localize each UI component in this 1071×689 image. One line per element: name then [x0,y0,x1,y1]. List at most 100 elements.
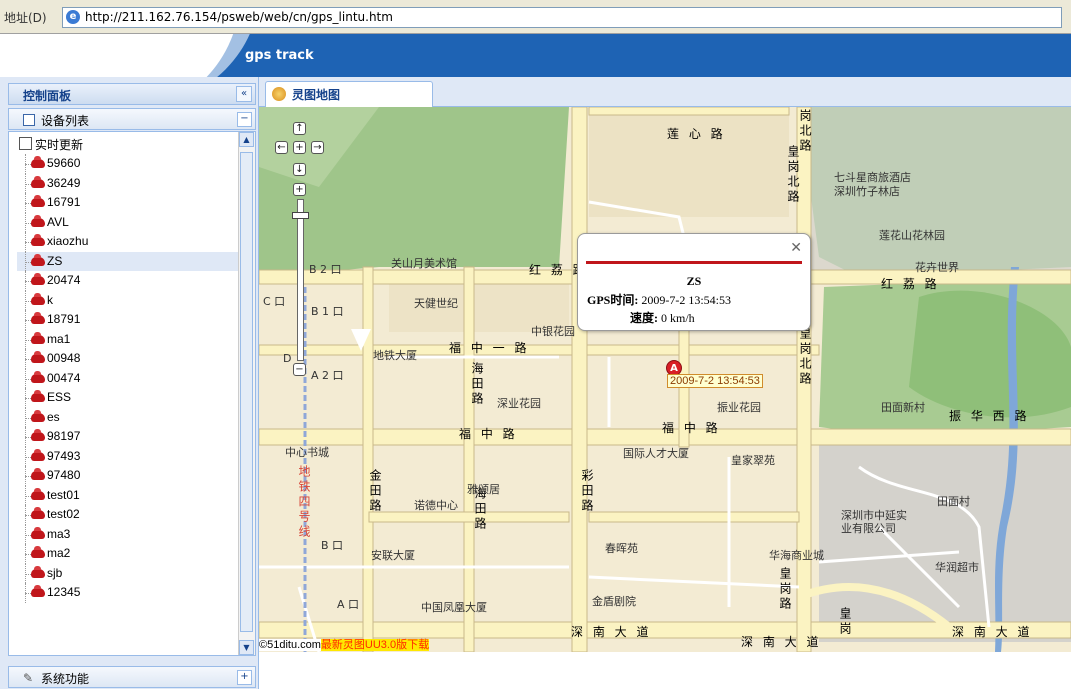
device-tree-item[interactable]: 36249 [17,173,239,193]
place-label: 华海商业城 [769,549,824,562]
place-label: 安联大厦 [371,549,415,562]
device-tree-item[interactable]: ma3 [17,524,239,544]
place-label: 金盾剧院 [592,595,636,608]
zoom-slider-thumb[interactable] [292,212,309,219]
banner-swoosh [0,34,240,77]
car-icon [31,156,45,168]
place-label: C 口 [263,295,286,308]
place-label: A 2 口 [311,369,344,382]
tab-lingtu-map[interactable]: 灵图地图 [265,81,433,107]
device-tree-item[interactable]: AVL [17,212,239,232]
road-label: 莲 心 路 [667,127,726,141]
road-label: 皇岗路 [778,567,792,612]
scroll-down-arrow-icon[interactable]: ▼ [239,640,254,655]
place-label: B 1 口 [311,305,344,318]
wrench-icon: ✎ [23,671,34,685]
expand-button[interactable]: + [237,670,252,685]
device-label: 59660 [47,156,81,170]
popup-pointer [351,329,371,351]
device-tree-item[interactable]: test02 [17,505,239,525]
device-tree-item[interactable]: 97493 [17,446,239,466]
device-tree-item[interactable]: xiaozhu [17,232,239,252]
car-icon [31,390,45,402]
place-label: 天健世纪 [414,297,458,310]
place-label: A 口 [337,598,360,611]
car-icon [31,546,45,558]
minimize-button[interactable]: − [237,112,252,127]
device-label: ma2 [47,546,71,560]
system-functions-header[interactable]: ✎ 系统功能 + [8,666,256,688]
device-tree-item[interactable]: k [17,290,239,310]
device-tree-item[interactable]: 98197 [17,427,239,447]
device-label: 98197 [47,429,81,443]
zoom-in-icon[interactable]: + [293,183,306,196]
device-tree-item[interactable]: test01 [17,485,239,505]
car-icon [31,429,45,441]
realtime-update-checkbox[interactable]: 实时更新 [19,136,83,153]
download-link[interactable]: 最新灵图UU3.0版下载 [320,639,430,651]
pan-up-icon[interactable]: ↑ [293,122,306,135]
road-label: 深 南 大 道 [952,625,1033,639]
device-label: 16791 [47,195,81,209]
map-view[interactable]: ↑ ← + → ↓ + − 莲 心 路 红 荔 路 红 荔 路 福 中 一 路 … [259,107,1071,652]
place-label: 诺德中心 [414,499,458,512]
car-icon [31,234,45,246]
collapse-panel-button[interactable]: « [236,86,252,102]
scroll-up-arrow-icon[interactable]: ▲ [239,132,254,147]
device-list-header[interactable]: 设备列表 − [8,108,256,130]
device-tree-item[interactable]: 20474 [17,271,239,291]
device-label: k [47,292,53,307]
place-label: 华润超市 [935,561,979,574]
device-label: ESS [47,390,72,404]
device-label: 12345 [47,585,81,599]
scroll-thumb[interactable] [240,152,253,632]
place-label: B 口 [321,539,344,552]
device-tree-item[interactable]: 12345 [17,583,239,603]
marker-time-label: 2009-7-2 13:54:53 [667,374,763,388]
pan-right-icon[interactable]: → [311,141,324,154]
device-tree-item[interactable]: ma1 [17,329,239,349]
place-label: 地铁大厦 [373,349,417,362]
device-tree-item[interactable]: ZS [17,251,239,271]
popup-divider [586,261,802,264]
system-functions-label: 系统功能 [41,672,90,686]
device-tree-item[interactable]: sjb [17,563,239,583]
device-tree-item[interactable]: ma2 [17,544,239,564]
device-list-title: 设备列表 [41,114,90,128]
url-input[interactable]: e http://211.162.76.154/psweb/web/cn/gps… [62,7,1062,28]
pan-down-icon[interactable]: ↓ [293,163,306,176]
control-panel-title: 控制面板 [23,89,72,103]
device-tree-item[interactable]: 59660 [17,154,239,174]
device-tree-item[interactable]: 18791 [17,310,239,330]
device-label: sjb [47,565,63,580]
pan-left-icon[interactable]: ← [275,141,288,154]
gps-time-value: 2009-7-2 13:54:53 [641,293,732,307]
car-icon [31,351,45,363]
car-icon [31,331,45,344]
url-text[interactable]: http://211.162.76.154/psweb/web/cn/gps_l… [85,10,393,24]
pan-center-icon[interactable]: + [293,141,306,154]
zoom-slider-track[interactable] [297,199,304,361]
device-tree-item[interactable]: 00948 [17,349,239,369]
car-icon [31,312,45,324]
device-tree-item[interactable]: 97480 [17,466,239,486]
close-icon[interactable]: ✕ [790,240,802,256]
banner-title: gps track [245,48,314,63]
device-tree-item[interactable]: 00474 [17,368,239,388]
place-label: 莲花山花林园 [879,229,945,242]
checkbox-icon[interactable] [19,137,32,150]
road-label: 深 南 大 道 [741,635,822,649]
place-label: 田面新村 [881,401,925,414]
scrollbar[interactable]: ▲ ▼ [238,132,255,655]
device-tree-item[interactable]: 16791 [17,193,239,213]
zoom-out-icon[interactable]: − [293,363,306,376]
road-label: 振 华 西 路 [949,409,1030,423]
car-icon [31,565,45,578]
popup-device-name: ZS [686,274,702,288]
car-icon [31,292,45,305]
car-icon [31,214,45,227]
gps-time-label: GPS时间: [587,293,639,307]
device-tree-item[interactable]: es [17,407,239,427]
device-tree-item[interactable]: ESS [17,388,239,408]
address-bar: 地址(D) e http://211.162.76.154/psweb/web/… [0,0,1071,34]
